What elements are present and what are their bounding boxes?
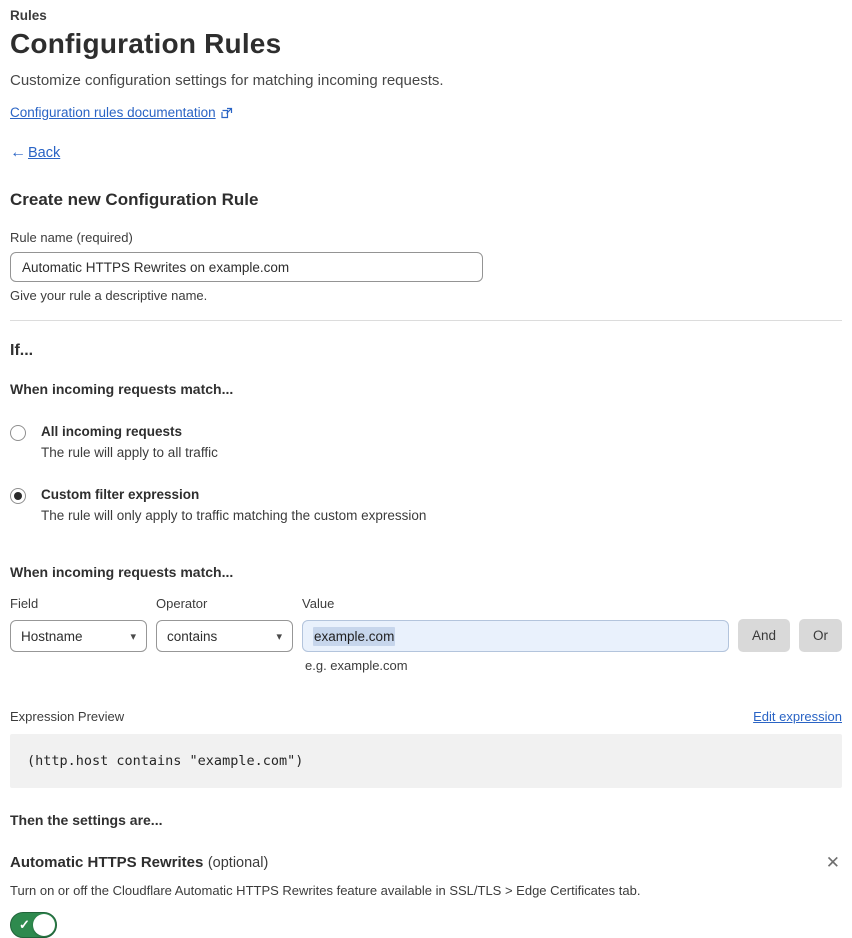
radio-option-custom-filter[interactable]: Custom filter expression The rule will o… bbox=[10, 487, 842, 523]
chevron-down-icon: ▾ bbox=[130, 630, 137, 643]
automatic-https-rewrites-toggle[interactable]: ✓ bbox=[10, 912, 57, 938]
check-icon: ✓ bbox=[19, 917, 30, 932]
radio-label-all-requests: All incoming requests bbox=[41, 424, 183, 439]
back-arrow-icon: ← bbox=[10, 144, 26, 161]
field-label: Field bbox=[10, 596, 39, 611]
operator-select-value: contains bbox=[167, 628, 218, 644]
setting-name: Automatic HTTPS Rewrites bbox=[10, 853, 204, 871]
value-input[interactable]: example.com bbox=[302, 620, 729, 652]
value-label: Value bbox=[302, 596, 335, 611]
if-heading: If... bbox=[10, 342, 34, 359]
rule-name-label: Rule name (required) bbox=[10, 230, 133, 245]
radio-icon-all-requests[interactable] bbox=[10, 425, 26, 441]
documentation-link[interactable]: Configuration rules documentation bbox=[10, 105, 216, 120]
page-subtitle: Customize configuration settings for mat… bbox=[10, 72, 444, 89]
or-button[interactable]: Or bbox=[799, 619, 842, 652]
operator-label: Operator bbox=[156, 596, 208, 611]
radio-desc-custom-filter: The rule will only apply to traffic matc… bbox=[41, 508, 427, 523]
operator-select[interactable]: contains ▾ bbox=[156, 620, 294, 652]
edit-expression-link[interactable]: Edit expression bbox=[753, 709, 842, 724]
create-rule-heading: Create new Configuration Rule bbox=[10, 190, 259, 209]
toggle-knob bbox=[33, 914, 55, 936]
builder-heading: When incoming requests match... bbox=[10, 564, 234, 580]
external-link-icon bbox=[221, 107, 233, 119]
expression-preview-code: (http.host contains "example.com") bbox=[10, 734, 842, 788]
match-type-label: When incoming requests match... bbox=[10, 381, 234, 397]
radio-desc-all-requests: The rule will apply to all traffic bbox=[41, 445, 218, 460]
page-title: Configuration Rules bbox=[10, 28, 282, 59]
section-divider bbox=[10, 320, 842, 321]
setting-description: Turn on or off the Cloudflare Automatic … bbox=[10, 883, 641, 898]
setting-optional-label: (optional) bbox=[207, 854, 269, 871]
back-link-label[interactable]: Back bbox=[28, 145, 60, 161]
field-select-value: Hostname bbox=[21, 628, 83, 644]
and-button[interactable]: And bbox=[737, 619, 790, 652]
configuration-rules-page: Rules Configuration Rules Customize conf… bbox=[0, 0, 852, 938]
radio-option-all-requests[interactable]: All incoming requests The rule will appl… bbox=[10, 424, 842, 460]
breadcrumb: Rules bbox=[10, 8, 47, 23]
radio-icon-custom-filter[interactable] bbox=[10, 488, 26, 504]
value-helper: e.g. example.com bbox=[305, 658, 408, 673]
value-input-text: example.com bbox=[313, 626, 396, 646]
rule-name-input[interactable] bbox=[10, 252, 483, 282]
close-icon[interactable]: ✕ bbox=[824, 852, 842, 873]
back-link[interactable]: ← Back bbox=[10, 144, 842, 162]
then-settings-heading: Then the settings are... bbox=[10, 812, 163, 828]
radio-label-custom-filter: Custom filter expression bbox=[41, 487, 200, 502]
chevron-down-icon: ▾ bbox=[276, 630, 283, 643]
field-select[interactable]: Hostname ▾ bbox=[10, 620, 148, 652]
expression-preview-label: Expression Preview bbox=[10, 709, 125, 724]
rule-name-helper: Give your rule a descriptive name. bbox=[10, 288, 208, 303]
